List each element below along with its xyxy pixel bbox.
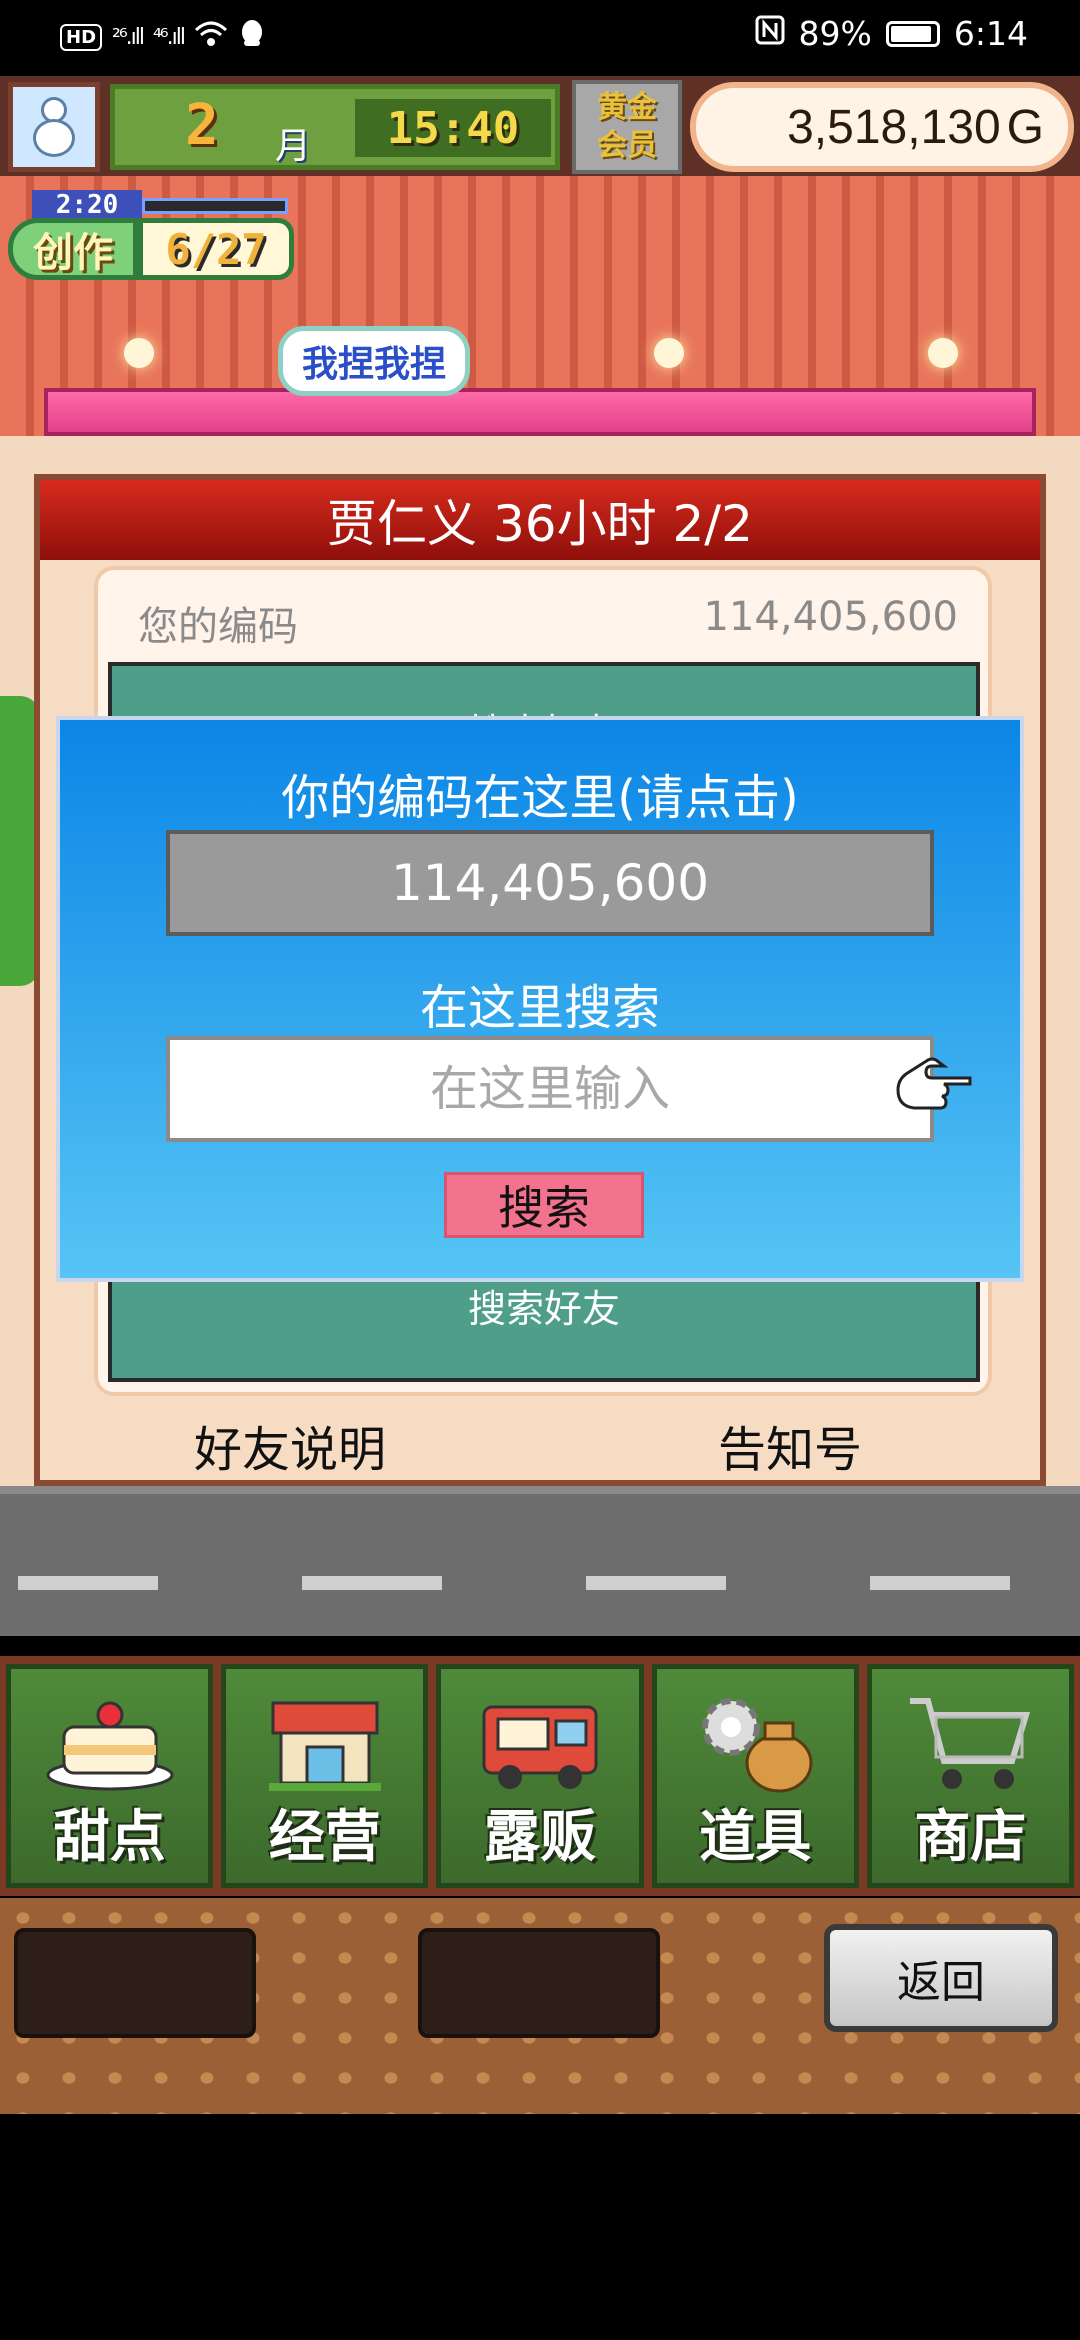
month-unit: 月 — [275, 126, 312, 167]
create-label: 创作 — [8, 218, 138, 280]
clock: 6:14 — [953, 14, 1028, 53]
search-button[interactable]: 搜索 — [444, 1172, 644, 1238]
hd-badge: HD — [60, 24, 103, 51]
back-button[interactable]: 返回 — [824, 1924, 1058, 2032]
nfc-icon — [755, 14, 785, 53]
shop-awning — [44, 388, 1036, 436]
friend-info-button[interactable]: 好友说明 — [40, 1410, 540, 1480]
panel-footer: 好友说明 告知号 — [40, 1410, 1040, 1480]
money-display: 3,518,130 G — [690, 82, 1074, 172]
search-input[interactable] — [166, 1036, 934, 1142]
menu-label-food-truck: 露贩 — [484, 1805, 596, 1870]
bottom-area — [0, 2116, 1080, 2340]
your-code-label: 您的编码 — [138, 604, 298, 650]
shopping-cart-icon — [900, 1687, 1040, 1797]
lamp-icon — [654, 338, 684, 368]
shop-icon — [255, 1687, 395, 1797]
money-unit: G — [1006, 100, 1044, 154]
create-timer: 2:20 — [32, 190, 142, 220]
road-marking — [870, 1576, 1010, 1590]
menu-item-food-truck[interactable]: 露贩 — [436, 1664, 644, 1888]
speech-bubble: 我捏我捏 — [278, 326, 470, 396]
game-clock: 15:40 — [355, 99, 551, 157]
avatar[interactable] — [8, 82, 100, 172]
menu-item-items[interactable]: 道具 — [651, 1664, 859, 1888]
divider — [0, 1636, 1080, 1658]
menu-label-manage: 经营 — [268, 1805, 381, 1870]
lower-tray: 返回 — [0, 1898, 1080, 2114]
qq-icon — [238, 18, 266, 57]
items-bag-icon — [685, 1687, 825, 1797]
dialog-title: 你的编码在这里(请点击) — [281, 770, 799, 826]
notice-id-button[interactable]: 告知号 — [540, 1410, 1040, 1480]
month-number: 2 — [185, 93, 219, 158]
cellular-signal-icon: ²⁶.ıll — [112, 25, 145, 50]
wifi-icon — [194, 20, 228, 55]
create-progress-badge[interactable]: 2:20 创作 6/27 — [8, 190, 294, 282]
menu-label-store: 商店 — [914, 1805, 1027, 1870]
road-marking — [302, 1576, 442, 1590]
menu-item-manage[interactable]: 经营 — [221, 1664, 429, 1888]
cellular-signal-icon-2: ⁴⁶.ıll — [152, 25, 186, 50]
create-timer-bar — [142, 198, 288, 214]
search-heading: 在这里搜索 — [419, 980, 660, 1036]
date-time-panel: 2 月 15:40 — [110, 84, 560, 170]
battery-percent: 89% — [798, 14, 872, 53]
road-marking — [18, 1576, 158, 1590]
food-truck-icon — [470, 1687, 610, 1797]
top-hud: 2 月 15:40 黄金 会员 3,518,130 G — [0, 76, 1080, 176]
menu-label-items: 道具 — [699, 1805, 812, 1870]
lamp-icon — [928, 338, 958, 368]
pointing-hand-icon — [896, 1056, 972, 1116]
empty-slot — [418, 1928, 660, 2038]
bottom-menu: 甜点 经营 露贩 道具 商店 — [0, 1656, 1080, 1896]
menu-item-store[interactable]: 商店 — [866, 1664, 1075, 1888]
your-code-value: 114,405,600 — [703, 594, 958, 640]
empty-slot — [14, 1928, 256, 2038]
create-count: 6/27 — [138, 218, 294, 280]
menu-item-dessert[interactable]: 甜点 — [6, 1664, 214, 1888]
search-friend-label: 搜索好友 — [467, 1287, 620, 1331]
gold-member-badge[interactable]: 黄金 会员 — [572, 80, 682, 174]
road-marking — [586, 1576, 726, 1590]
my-code-button[interactable]: 114,405,600 — [166, 830, 934, 936]
search-dialog: 你的编码在这里(请点击) 114,405,600 在这里搜索 搜索 — [56, 716, 1024, 1282]
status-bar: HD ²⁶.ıll ⁴⁶.ıll 89% 6:14 — [0, 0, 1080, 76]
lamp-icon — [124, 338, 154, 368]
cake-icon — [40, 1687, 180, 1797]
panel-title: 贾仁义 36小时 2/2 — [40, 480, 1040, 560]
your-code-row: 您的编码 114,405,600 — [138, 594, 958, 650]
menu-label-dessert: 甜点 — [53, 1805, 166, 1870]
money-value: 3,518,130 — [787, 100, 1001, 154]
battery-icon — [885, 20, 940, 47]
snowman-icon — [31, 97, 77, 157]
